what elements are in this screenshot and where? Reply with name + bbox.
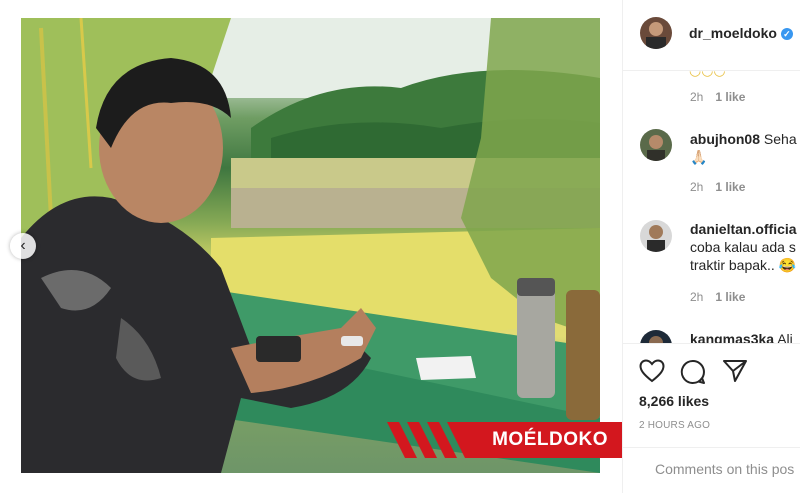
comment-body: Ali: [777, 331, 793, 343]
comment-username-row: danieltan.officia: [690, 220, 797, 238]
post-header: dr_moeldoko ✓: [623, 0, 800, 71]
brand-overlay-text: MOÉLDOKO: [492, 429, 608, 450]
post-photo[interactable]: [21, 18, 600, 473]
post-actions: 8,266 likes 2 HOURS AGO: [623, 343, 800, 448]
comment-username-link[interactable]: abujhon08: [690, 131, 760, 147]
comment-text: kangmas3ka Ali: [690, 330, 793, 343]
post-media-area: ‹ MOÉLDOKO: [0, 0, 622, 493]
comment-likes-link[interactable]: 1 like: [715, 90, 745, 104]
avatar[interactable]: [640, 330, 672, 343]
avatar-image: [640, 17, 672, 49]
post-photo-illustration: [21, 18, 600, 473]
comment-input[interactable]: Comments on this pos: [655, 461, 794, 477]
comment-emoji-row: ◡◡◡: [689, 71, 726, 79]
comment-username-link[interactable]: kangmas3ka: [690, 331, 774, 343]
previous-post-button[interactable]: ‹: [10, 233, 36, 259]
comment-time: 2h: [690, 290, 704, 304]
avatar-image: [640, 129, 672, 161]
chevron-left-icon: ‹: [20, 237, 26, 254]
comment-body: traktir bapak.. 😂: [690, 257, 797, 273]
comment-time: 2h: [690, 180, 704, 194]
comment-body: Seha: [763, 131, 797, 147]
comment-body-emoji: 🙏🏻: [690, 149, 708, 165]
heart-icon[interactable]: [639, 359, 665, 383]
comment-meta: 2h 1 like: [690, 290, 745, 304]
comment-username-link[interactable]: danieltan.officia: [690, 221, 797, 237]
add-comment-bar: Comments on this pos: [623, 447, 800, 493]
post-sidebar: dr_moeldoko✓ ◡◡◡ 2h 1 like abujhon08 Seha…: [622, 0, 800, 493]
comment-icon[interactable]: [680, 359, 706, 385]
avatar-image: [640, 330, 672, 343]
comment-body: coba kalau ada s: [690, 239, 796, 255]
header-username-link[interactable]: dr_moeldoko ✓: [689, 25, 793, 41]
comment-text: abujhon08 Seha: [690, 130, 797, 148]
comment-meta: 2h 1 like: [690, 180, 745, 194]
comment-time: 2h: [690, 90, 704, 104]
comments-list[interactable]: ◡◡◡ 2h 1 like abujhon08 Seha 🙏🏻 2h 1 like: [623, 71, 800, 343]
brand-overlay: MOÉLDOKO: [387, 422, 622, 458]
avatar[interactable]: [640, 129, 672, 161]
avatar[interactable]: [640, 17, 672, 49]
avatar[interactable]: [640, 220, 672, 252]
comment-likes-link[interactable]: 1 like: [715, 290, 745, 304]
likes-count-link[interactable]: 8,266 likes: [639, 393, 709, 409]
avatar-image: [640, 220, 672, 252]
post-timestamp[interactable]: 2 HOURS AGO: [639, 420, 710, 431]
verified-badge-icon: ✓: [780, 28, 793, 41]
share-icon[interactable]: [722, 359, 748, 383]
header-username[interactable]: dr_moeldoko: [689, 25, 777, 41]
comment-likes-link[interactable]: 1 like: [715, 180, 745, 194]
comment-meta: 2h 1 like: [690, 90, 745, 104]
